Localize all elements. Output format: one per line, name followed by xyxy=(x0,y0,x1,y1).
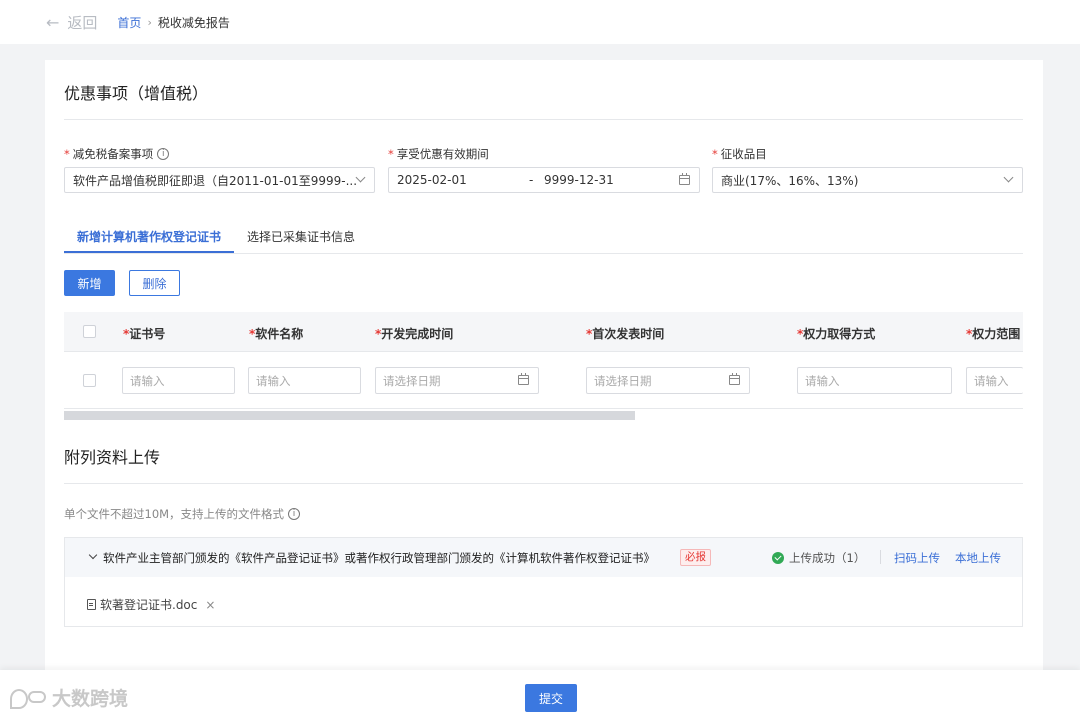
table-header: *证书号 *软件名称 *开发完成时间 *首次发表时间 *权力取得方式 *权力范围 xyxy=(64,312,1023,352)
breadcrumb-separator: › xyxy=(147,15,152,29)
check-circle-icon xyxy=(772,552,784,564)
breadcrumb-current: 税收减免报告 xyxy=(157,15,230,30)
breadcrumb: 首页 › 税收减免报告 xyxy=(117,14,229,31)
tab-select-collected[interactable]: 选择已采集证书信息 xyxy=(247,228,355,245)
upload-panel: 软件产业主管部门颁发的《软件产品登记证书》或著作权行政管理部门颁发的《计算机软件… xyxy=(64,537,1023,627)
column-acquisition-method: *权力取得方式 xyxy=(797,327,876,341)
divider xyxy=(64,483,1023,484)
tax-category-value: 商业(17%、16%、13%) xyxy=(721,173,859,188)
upload-hint: 单个文件不超过10M，支持上传的文件格式 i xyxy=(64,506,301,522)
back-label: 返回 xyxy=(67,13,98,32)
calendar-icon xyxy=(679,173,690,185)
divider xyxy=(880,550,881,564)
row-checkbox[interactable] xyxy=(83,374,96,387)
footer-bar: 大数跨境 提交 xyxy=(0,670,1080,718)
tab-add-certificate[interactable]: 新增计算机著作权登记证书 xyxy=(77,228,221,245)
document-icon xyxy=(87,599,96,610)
column-dev-complete-date: *开发完成时间 xyxy=(375,327,454,341)
chevron-down-icon[interactable] xyxy=(88,550,98,560)
uploaded-file: 软著登记证书.doc × xyxy=(87,596,215,613)
table-row: 请输入 请输入 请选择日期 请选择日期 请输入 请输入 xyxy=(64,352,1023,409)
calendar-icon xyxy=(518,373,529,385)
close-icon[interactable]: × xyxy=(205,598,215,612)
filing-item-label: * 减免税备案事项 i xyxy=(64,146,170,162)
column-first-publish-date: *首次发表时间 xyxy=(586,327,665,341)
validity-start: 2025-02-01 xyxy=(397,173,467,187)
tab-active-indicator xyxy=(64,251,234,253)
file-name[interactable]: 软著登记证书.doc xyxy=(100,596,197,613)
required-tag: 必报 xyxy=(680,549,711,566)
select-all-checkbox[interactable] xyxy=(83,325,96,338)
tax-category-label: * 征收品目 xyxy=(712,147,767,161)
section-title-attachments: 附列资料上传 xyxy=(64,448,161,467)
certificate-no-input[interactable]: 请输入 xyxy=(122,367,235,394)
breadcrumb-home[interactable]: 首页 xyxy=(117,14,141,31)
chevron-down-icon xyxy=(1003,172,1014,183)
upload-item-title: 软件产业主管部门颁发的《软件产品登记证书》或著作权行政管理部门颁发的《计算机软件… xyxy=(103,551,655,565)
validity-date-range[interactable]: 2025-02-01 - 9999-12-31 xyxy=(388,167,700,193)
column-software-name: *软件名称 xyxy=(249,327,304,341)
validity-separator: - xyxy=(529,173,534,187)
validity-end: 9999-12-31 xyxy=(544,173,614,187)
arrow-left-icon: ← xyxy=(46,12,60,32)
watermark-logo-icon xyxy=(8,687,48,709)
rights-scope-input[interactable]: 请输入 xyxy=(966,367,1023,394)
first-publish-date-picker[interactable]: 请选择日期 xyxy=(586,367,750,394)
submit-button[interactable]: 提交 xyxy=(525,684,577,712)
tab-bar: 新增计算机著作权登记证书 选择已采集证书信息 xyxy=(64,220,1023,254)
local-upload-link[interactable]: 本地上传 xyxy=(955,550,1001,566)
watermark: 大数跨境 xyxy=(8,684,128,711)
horizontal-scrollbar[interactable] xyxy=(64,410,1023,420)
calendar-icon xyxy=(729,373,740,385)
info-icon[interactable]: i xyxy=(157,148,170,160)
upload-status: 上传成功（1） xyxy=(789,551,866,565)
section-title-preference: 优惠事项（增值税） xyxy=(64,84,209,103)
scrollbar-thumb[interactable] xyxy=(64,411,635,420)
filing-item-value: 软件产品增值税即征即退（自2011-01-01至9999-... xyxy=(73,173,358,188)
delete-button[interactable]: 删除 xyxy=(129,270,180,296)
main-card: 优惠事项（增值税） * 减免税备案事项 i * 享受优惠有效期间 * 征收品目 软件产… xyxy=(45,60,1043,680)
back-button[interactable]: ← 返回 xyxy=(46,12,97,33)
tax-category-select[interactable]: 商业(17%、16%、13%) xyxy=(712,167,1023,193)
column-certificate-no: *证书号 xyxy=(123,327,166,341)
dev-complete-date-picker[interactable]: 请选择日期 xyxy=(375,367,539,394)
scan-upload-link[interactable]: 扫码上传 xyxy=(894,550,940,566)
validity-label: * 享受优惠有效期间 xyxy=(388,147,489,161)
column-rights-scope: *权力范围 xyxy=(966,327,1021,341)
software-name-input[interactable]: 请输入 xyxy=(248,367,361,394)
acquisition-method-input[interactable]: 请输入 xyxy=(797,367,952,394)
info-icon[interactable]: i xyxy=(288,508,301,520)
upload-panel-header[interactable]: 软件产业主管部门颁发的《软件产品登记证书》或著作权行政管理部门颁发的《计算机软件… xyxy=(65,538,1022,577)
filing-item-select[interactable]: 软件产品增值税即征即退（自2011-01-01至9999-... xyxy=(64,167,375,193)
add-button[interactable]: 新增 xyxy=(64,270,115,296)
divider xyxy=(64,119,1023,120)
top-bar: ← 返回 首页 › 税收减免报告 xyxy=(0,0,1080,44)
